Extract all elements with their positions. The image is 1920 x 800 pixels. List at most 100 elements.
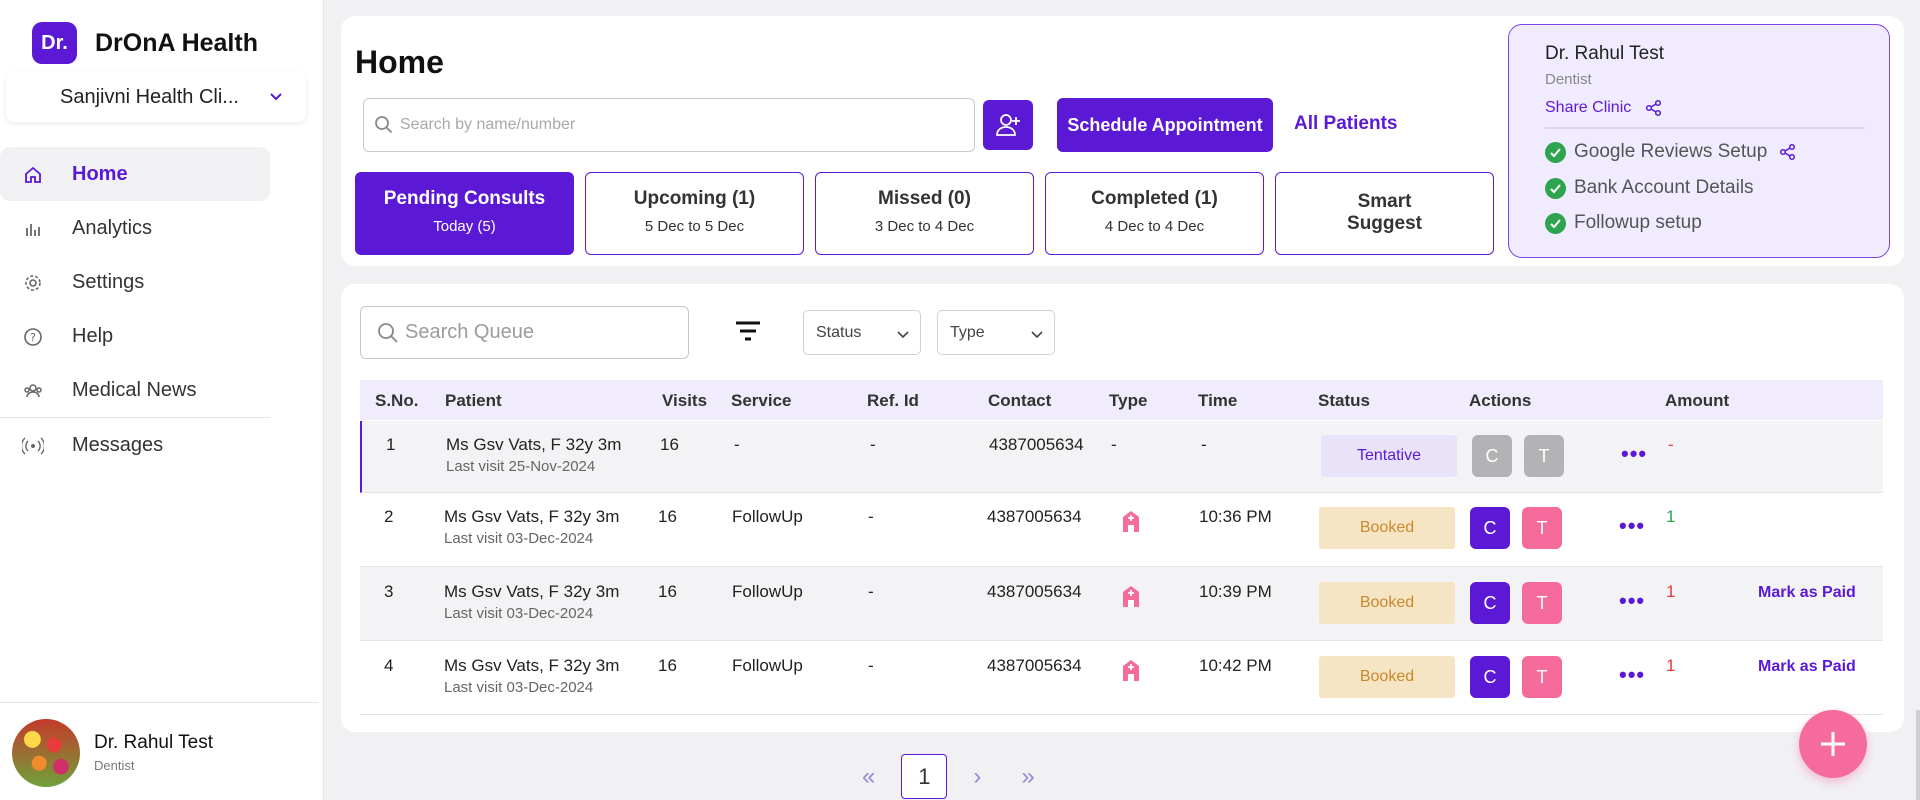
more-options-icon[interactable]: ••• xyxy=(1619,513,1645,539)
all-patients-link[interactable]: All Patients xyxy=(1294,113,1397,135)
row-patient[interactable]: Ms Gsv Vats, F 32y 3m xyxy=(444,656,619,676)
row-last-visit: Last visit 25-Nov-2024 xyxy=(446,458,596,475)
scrollbar[interactable] xyxy=(1916,710,1920,800)
tab-pending-consults[interactable]: Pending Consults Today (5) xyxy=(355,172,574,255)
tab-title: Pending Consults xyxy=(383,188,546,209)
row-ref-id: - xyxy=(868,656,874,675)
last-page-button[interactable]: » xyxy=(1021,763,1034,791)
more-options-icon[interactable]: ••• xyxy=(1621,441,1647,467)
col-status: Status xyxy=(1318,391,1370,410)
row-time: 10:39 PM xyxy=(1199,582,1272,601)
consult-button[interactable]: C xyxy=(1470,582,1510,624)
doctor-name: Dr. Rahul Test xyxy=(1545,43,1664,64)
consult-button[interactable]: C xyxy=(1470,656,1510,698)
row-type: - xyxy=(1111,435,1117,454)
status-filter-value: Status xyxy=(816,323,862,341)
treatment-button[interactable]: T xyxy=(1524,435,1564,477)
sidebar-item-label: Settings xyxy=(72,270,145,293)
followup-setup-item[interactable]: Followup setup xyxy=(1545,212,1702,234)
chevron-down-icon xyxy=(1031,331,1043,339)
row-sno: 3 xyxy=(384,582,394,601)
row-last-visit: Last visit 03-Dec-2024 xyxy=(444,605,594,622)
row-sno: 2 xyxy=(384,507,394,526)
col-sno: S.No. xyxy=(375,391,419,410)
table-row[interactable]: 2 Ms Gsv Vats, F 32y 3m Last visit 03-De… xyxy=(360,493,1883,567)
row-contact: 4387005634 xyxy=(989,435,1084,454)
mark-as-paid-link[interactable]: Mark as Paid xyxy=(1758,584,1856,602)
consult-button[interactable]: C xyxy=(1472,435,1512,477)
sidebar-item-settings[interactable]: Settings xyxy=(0,255,324,309)
tab-upcoming[interactable]: Upcoming (1) 5 Dec to 5 Dec xyxy=(585,172,804,255)
row-ref-id: - xyxy=(870,435,876,454)
row-patient[interactable]: Ms Gsv Vats, F 32y 3m xyxy=(444,507,619,527)
share-icon xyxy=(1646,99,1662,117)
sidebar-item-help[interactable]: ? Help xyxy=(0,309,324,363)
col-type: Type xyxy=(1109,391,1148,410)
table-row[interactable]: 4 Ms Gsv Vats, F 32y 3m Last visit 03-De… xyxy=(360,641,1883,715)
status-badge[interactable]: Booked xyxy=(1319,582,1455,624)
sidebar-item-medical-news[interactable]: Medical News xyxy=(0,363,324,417)
tab-smart-suggest[interactable]: Smart Suggest xyxy=(1275,172,1494,255)
row-service: FollowUp xyxy=(732,656,803,675)
row-visits: 16 xyxy=(658,507,677,526)
table-row[interactable]: 3 Ms Gsv Vats, F 32y 3m Last visit 03-De… xyxy=(360,567,1883,641)
row-visits: 16 xyxy=(658,656,677,675)
first-page-button[interactable]: « xyxy=(862,763,875,791)
row-amount: - xyxy=(1668,435,1674,454)
sidebar-item-analytics[interactable]: Analytics xyxy=(0,201,324,255)
treatment-button[interactable]: T xyxy=(1522,582,1562,624)
sidebar-item-label: Help xyxy=(72,324,114,347)
queue-search-input[interactable] xyxy=(405,321,688,344)
consult-button[interactable]: C xyxy=(1470,507,1510,549)
search-icon xyxy=(378,323,398,343)
col-service: Service xyxy=(731,391,792,410)
row-patient[interactable]: Ms Gsv Vats, F 32y 3m xyxy=(446,435,621,455)
type-filter-dropdown[interactable]: Type xyxy=(937,310,1055,355)
treatment-button[interactable]: T xyxy=(1522,656,1562,698)
queue-search[interactable] xyxy=(360,306,689,359)
add-user-icon xyxy=(996,114,1020,136)
messages-icon xyxy=(22,437,44,455)
sidebar-item-messages[interactable]: Messages xyxy=(0,418,324,472)
schedule-appointment-button[interactable]: Schedule Appointment xyxy=(1057,98,1273,152)
bank-account-details-item[interactable]: Bank Account Details xyxy=(1545,177,1754,199)
sidebar-item-home[interactable]: Home xyxy=(0,147,270,201)
status-badge[interactable]: Tentative xyxy=(1321,435,1457,477)
next-page-button[interactable]: › xyxy=(973,763,981,791)
brand[interactable]: Dr. DrOnA Health xyxy=(32,22,258,64)
patient-search-input[interactable] xyxy=(400,116,974,134)
tab-title: Missed (0) xyxy=(878,188,971,209)
current-page[interactable]: 1 xyxy=(901,754,948,799)
table-row[interactable]: 1 Ms Gsv Vats, F 32y 3m Last visit 25-No… xyxy=(360,421,1883,493)
filter-icon[interactable] xyxy=(735,320,761,342)
google-reviews-setup-item[interactable]: Google Reviews Setup xyxy=(1545,141,1797,163)
settings-icon xyxy=(25,275,41,291)
row-amount: 1 xyxy=(1666,507,1676,526)
more-options-icon[interactable]: ••• xyxy=(1619,588,1645,614)
clinic-select[interactable]: Sanjivni Health Cli... xyxy=(6,72,306,122)
row-patient[interactable]: Ms Gsv Vats, F 32y 3m xyxy=(444,582,619,602)
clinic-icon xyxy=(1123,660,1139,681)
add-fab-button[interactable] xyxy=(1799,710,1867,778)
row-amount: 1 xyxy=(1666,656,1676,675)
more-options-icon[interactable]: ••• xyxy=(1619,662,1645,688)
tab-missed[interactable]: Missed (0) 3 Dec to 4 Dec xyxy=(815,172,1034,255)
treatment-button[interactable]: T xyxy=(1522,507,1562,549)
mark-as-paid-link[interactable]: Mark as Paid xyxy=(1758,658,1856,676)
share-clinic-link[interactable]: Share Clinic xyxy=(1545,99,1663,117)
user-profile[interactable]: Dr. Rahul Test Dentist xyxy=(0,702,318,800)
col-actions: Actions xyxy=(1469,391,1532,410)
profile-name: Dr. Rahul Test xyxy=(94,732,213,753)
status-badge[interactable]: Booked xyxy=(1319,507,1455,549)
col-time: Time xyxy=(1198,391,1238,410)
share-icon[interactable] xyxy=(1779,143,1797,161)
add-patient-button[interactable] xyxy=(983,100,1033,150)
svg-text:?: ? xyxy=(30,331,36,344)
sidebar: Dr. DrOnA Health Sanjivni Health Cli... … xyxy=(0,0,324,800)
status-badge[interactable]: Booked xyxy=(1319,656,1455,698)
col-amount: Amount xyxy=(1665,391,1730,410)
status-filter-dropdown[interactable]: Status xyxy=(803,310,921,355)
tab-completed[interactable]: Completed (1) 4 Dec to 4 Dec xyxy=(1045,172,1264,255)
col-contact: Contact xyxy=(988,391,1052,410)
patient-search[interactable] xyxy=(363,98,975,152)
